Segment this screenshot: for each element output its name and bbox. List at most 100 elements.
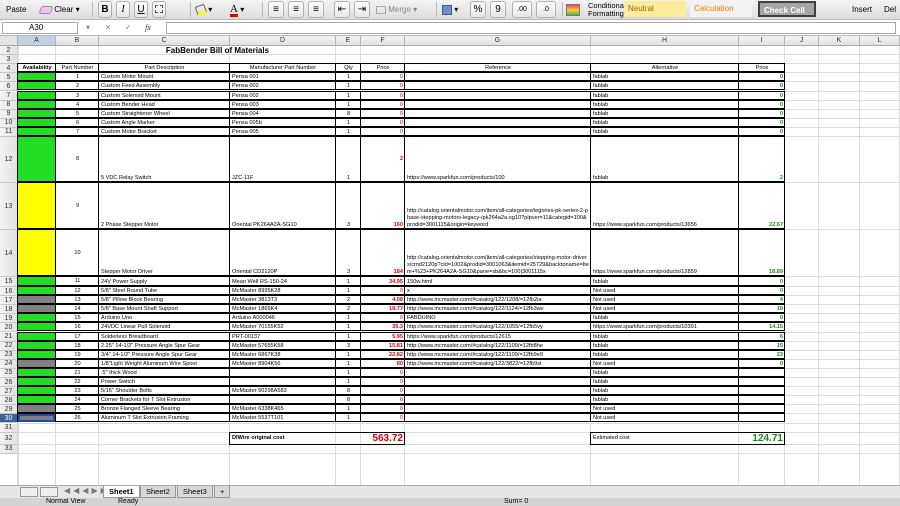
- availability-cell[interactable]: [18, 137, 56, 182]
- row-header[interactable]: 30: [0, 414, 18, 424]
- alt-price-cell[interactable]: [739, 414, 785, 422]
- reference-cell[interactable]: x: [405, 287, 591, 295]
- availability-cell[interactable]: [18, 368, 56, 377]
- header-price[interactable]: Price: [361, 64, 405, 72]
- part-number-cell[interactable]: 18: [56, 342, 99, 350]
- alt-price-cell[interactable]: 0: [739, 128, 785, 136]
- reference-cell[interactable]: [405, 414, 591, 422]
- alt-price-cell[interactable]: 0: [739, 82, 785, 90]
- price-cell[interactable]: 0: [361, 314, 405, 322]
- part-number-cell[interactable]: 21: [56, 369, 99, 377]
- availability-cell[interactable]: [18, 405, 56, 414]
- part-description-cell[interactable]: Arduino Uno: [99, 314, 230, 322]
- part-description-cell[interactable]: 5/8" Pillow Block Bearing: [99, 296, 230, 304]
- insert-button[interactable]: Insert: [852, 1, 872, 18]
- part-number-cell[interactable]: 6: [56, 119, 99, 127]
- alt-price-cell[interactable]: 0: [739, 101, 785, 109]
- row-header[interactable]: 10: [0, 118, 18, 128]
- part-number-cell[interactable]: 22: [56, 378, 99, 386]
- part-description-cell[interactable]: Custom Bender Head: [99, 101, 230, 109]
- availability-cell[interactable]: [18, 314, 56, 323]
- qty-cell[interactable]: 1: [336, 333, 361, 341]
- manufacturer-part-number-cell[interactable]: Oriental CD2120P: [230, 230, 336, 276]
- conditional-formatting-button[interactable]: Conditional Formatting: [588, 2, 626, 19]
- qty-cell[interactable]: 1: [336, 73, 361, 81]
- part-description-cell[interactable]: 24V Power Supply: [99, 277, 230, 286]
- number-format-button[interactable]: ▾: [442, 1, 464, 18]
- part-description-cell[interactable]: .5" thick Wood: [99, 369, 230, 377]
- style-calculation[interactable]: Calculation: [690, 1, 752, 17]
- estimated-cost-label[interactable]: Estimated cost: [591, 433, 739, 444]
- alternative-cell[interactable]: fablab: [591, 387, 739, 395]
- qty-cell[interactable]: 1: [336, 119, 361, 127]
- availability-cell[interactable]: [18, 332, 56, 341]
- alternative-cell[interactable]: fablab: [591, 119, 739, 127]
- manufacturer-part-number-cell[interactable]: McMaster 1865K4: [230, 305, 336, 313]
- alt-price-cell[interactable]: 15: [739, 342, 785, 350]
- reference-cell[interactable]: FABDUINO: [405, 314, 591, 322]
- alternative-cell[interactable]: Not used: [591, 296, 739, 304]
- part-number-cell[interactable]: 20: [56, 360, 99, 368]
- part-description-cell[interactable]: 3/4" 14-1/2" Pressure Angle Spur Gear: [99, 351, 230, 359]
- part-description-cell[interactable]: 5/8" Base Mount Shaft Support: [99, 305, 230, 313]
- row-header[interactable]: 12: [0, 137, 18, 183]
- reference-cell[interactable]: http://catalog.orientalmotor.com/item/al…: [405, 230, 591, 276]
- part-description-cell[interactable]: Aluminum T Slot Extrusion Framing: [99, 414, 230, 422]
- alt-price-cell[interactable]: 18.89: [739, 230, 785, 276]
- part-description-cell[interactable]: 24VDC Linear Pull Solenoid: [99, 323, 230, 331]
- alt-price-cell[interactable]: 0: [739, 360, 785, 368]
- availability-cell[interactable]: [18, 183, 56, 229]
- align-center-button[interactable]: ≡: [288, 1, 304, 18]
- manufacturer-part-number-cell[interactable]: [230, 396, 336, 404]
- row-header[interactable]: 19: [0, 314, 18, 324]
- reference-cell[interactable]: [405, 396, 591, 404]
- select-all-corner[interactable]: [0, 36, 18, 46]
- price-cell[interactable]: 80: [361, 360, 405, 368]
- price-cell[interactable]: 0: [361, 82, 405, 90]
- alternative-cell[interactable]: fablab: [591, 378, 739, 386]
- part-description-cell[interactable]: Custom Motor Mount: [99, 73, 230, 81]
- part-number-cell[interactable]: 8: [56, 137, 99, 182]
- alt-price-cell[interactable]: [739, 369, 785, 377]
- enter-icon[interactable]: ✓: [122, 22, 134, 34]
- qty-cell[interactable]: 1: [336, 92, 361, 100]
- reference-cell[interactable]: [405, 82, 591, 90]
- alt-price-cell[interactable]: [739, 387, 785, 395]
- qty-cell[interactable]: 1: [336, 137, 361, 182]
- manufacturer-part-number-cell[interactable]: McMaster 6867K38: [230, 351, 336, 359]
- column-header-a[interactable]: A: [18, 36, 56, 46]
- availability-cell[interactable]: [18, 296, 56, 305]
- header-reference[interactable]: Reference: [405, 64, 591, 72]
- qty-cell[interactable]: 1: [336, 314, 361, 322]
- reference-cell[interactable]: [405, 405, 591, 413]
- row-header[interactable]: 27: [0, 387, 18, 397]
- alternative-cell[interactable]: fablab: [591, 137, 739, 182]
- price-cell[interactable]: 0: [361, 414, 405, 422]
- column-header-j[interactable]: J: [785, 36, 819, 46]
- comma-style-button[interactable]: 9: [490, 1, 506, 18]
- reference-cell[interactable]: [405, 378, 591, 386]
- qty-cell[interactable]: 3: [336, 230, 361, 276]
- alternative-cell[interactable]: https://www.sparkfun.com/products/10391: [591, 323, 739, 331]
- part-number-cell[interactable]: 15: [56, 314, 99, 322]
- alternative-cell[interactable]: fablab: [591, 101, 739, 109]
- alt-price-cell[interactable]: 0: [739, 73, 785, 81]
- price-cell[interactable]: 2: [361, 137, 405, 182]
- original-cost-label[interactable]: DIWire original cost: [230, 433, 336, 444]
- part-number-cell[interactable]: 16: [56, 323, 99, 331]
- row-header[interactable]: 6: [0, 82, 18, 92]
- price-cell[interactable]: 0: [361, 387, 405, 395]
- availability-cell[interactable]: [18, 118, 56, 127]
- qty-cell[interactable]: 1: [336, 323, 361, 331]
- increase-indent-button[interactable]: ⇥: [354, 1, 370, 18]
- align-left-button[interactable]: ≡: [268, 1, 284, 18]
- part-number-cell[interactable]: 1: [56, 73, 99, 81]
- part-description-cell[interactable]: Custom Angle Marker: [99, 119, 230, 127]
- availability-cell[interactable]: [18, 82, 56, 91]
- part-number-cell[interactable]: 4: [56, 101, 99, 109]
- reference-cell[interactable]: https://www.sparkfun.com/products/12615: [405, 333, 591, 341]
- underline-button[interactable]: U: [134, 1, 148, 18]
- header-manufacturer-part-number[interactable]: Manufacturer Part Number: [230, 64, 336, 72]
- row-header[interactable]: 7: [0, 91, 18, 101]
- conditional-formatting-icon-button[interactable]: [566, 1, 586, 18]
